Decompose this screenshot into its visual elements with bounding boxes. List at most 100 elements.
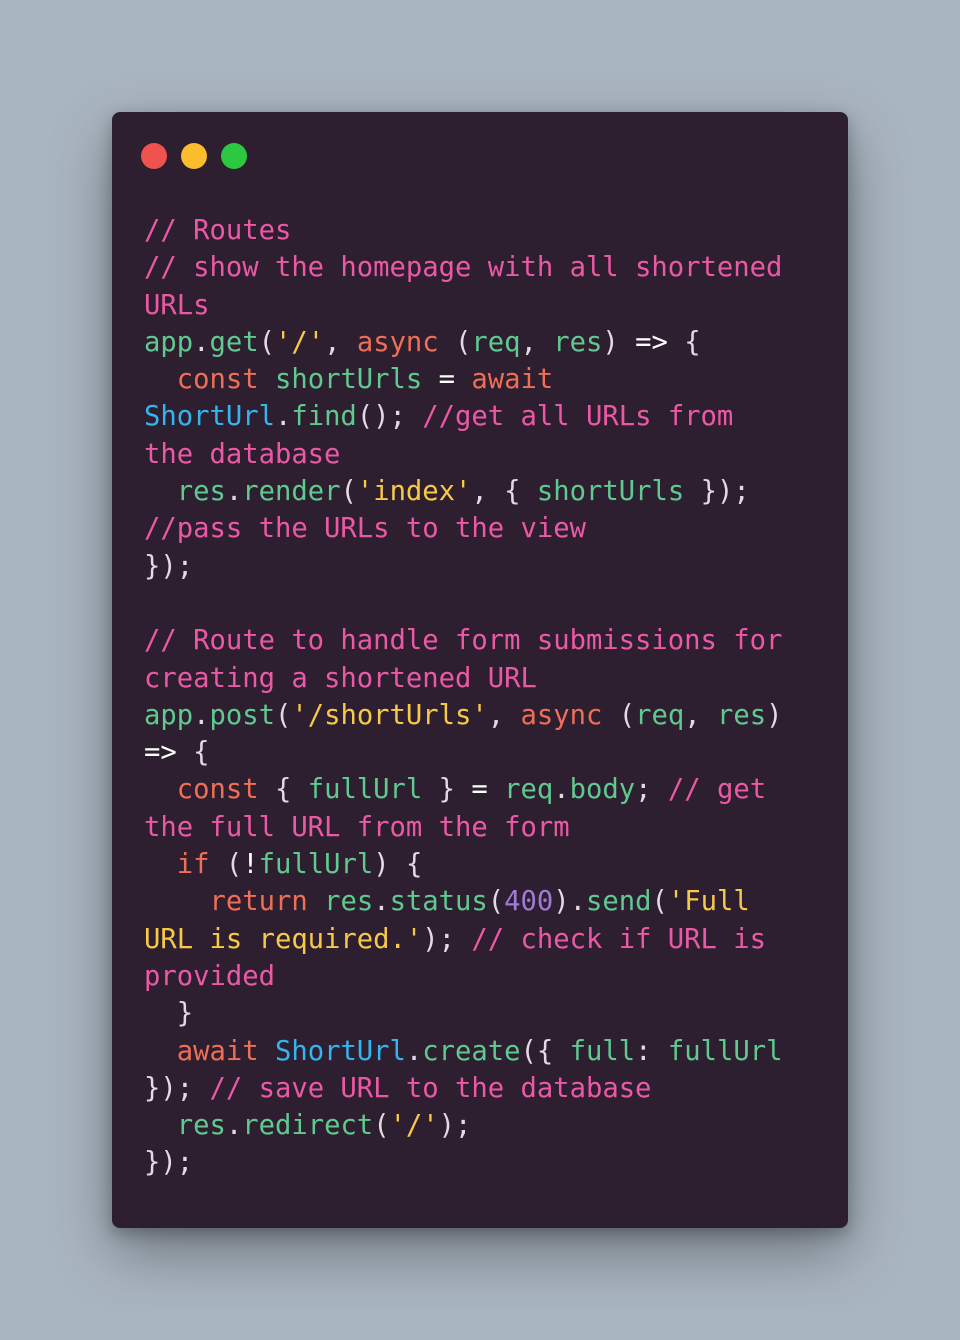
code-window: // Routes // show the homepage with all s…: [112, 112, 848, 1228]
code-token-fn: get: [209, 326, 259, 358]
code-token-op: =: [438, 364, 456, 396]
code-token-punct: .: [193, 699, 210, 731]
code-token-fn: res: [553, 326, 603, 358]
code-token-op: !: [242, 849, 259, 881]
code-token-keyword: await: [471, 364, 554, 396]
code-line: await ShortUrl.create({ full: fullUrl: [144, 1033, 783, 1070]
minimize-dot-icon[interactable]: [181, 143, 207, 169]
code-token-fn: send: [586, 886, 652, 918]
code-line: const shortUrls = await: [144, 361, 782, 398]
code-line: ShortUrl.find(); //get all URLs from: [144, 398, 782, 435]
code-token-punct: (: [258, 326, 275, 358]
code-line: app.get('/', async (req, res) => {: [144, 324, 782, 361]
code-token-fn: res: [324, 886, 374, 918]
code-token-punct: [144, 774, 177, 805]
code-token-string: URL is required.': [144, 923, 423, 955]
code-token-comment: // show the homepage with all shortened: [144, 252, 783, 284]
code-token-punct: }: [422, 774, 472, 806]
code-token-punct: );: [438, 1110, 472, 1142]
code-token-op: =>: [635, 326, 668, 358]
code-line: creating a shortened URL: [144, 660, 782, 697]
code-token-keyword: if: [176, 849, 210, 881]
code-token-punct: .: [193, 326, 210, 358]
code-token-keyword: return: [209, 886, 308, 918]
code-token-punct: [259, 1036, 275, 1067]
code-token-fn: shortUrls: [274, 364, 423, 396]
code-token-comment: the database: [144, 438, 341, 470]
code-token-punct: ,: [684, 699, 717, 731]
code-token-keyword: const: [176, 774, 259, 806]
code-token-keyword: const: [176, 364, 259, 396]
code-line: });: [144, 548, 782, 585]
code-token-punct: .: [225, 476, 243, 508]
code-line: // Route to handle form submissions for: [144, 622, 782, 659]
code-token-punct: [144, 886, 209, 917]
code-token-punct: .: [553, 774, 570, 806]
code-token-punct: });: [684, 476, 750, 508]
code-token-punct: });: [144, 1072, 210, 1104]
window-controls: [141, 143, 247, 169]
code-token-punct: , {: [471, 476, 537, 508]
code-token-punct: [488, 774, 504, 805]
code-line: const { fullUrl } = req.body; // get: [144, 771, 782, 808]
code-token-fn: fullUrl: [307, 774, 423, 806]
code-token-keyword: await: [176, 1035, 259, 1067]
code-token-punct: ,: [324, 326, 357, 358]
code-token-punct: ;: [635, 774, 668, 806]
code-token-punct: [144, 849, 177, 880]
code-token-fn: app: [144, 326, 194, 358]
code-token-fn: create: [422, 1035, 521, 1067]
code-token-comment: // Routes: [144, 215, 292, 246]
code-token-keyword: async: [356, 326, 439, 358]
code-token-punct: );: [422, 923, 472, 955]
code-token-fn: redirect: [242, 1110, 374, 1142]
code-line: return res.status(400).send('Full: [144, 883, 782, 920]
code-token-keyword: async: [520, 699, 603, 731]
code-token-punct: });: [144, 550, 194, 582]
code-token-punct: (: [651, 886, 668, 918]
code-token-class: ShortUrl: [144, 401, 275, 433]
code-token-fn: res: [176, 1110, 226, 1142]
code-token-punct: [144, 476, 177, 507]
code-token-punct: }: [144, 998, 194, 1030]
code-token-punct: [144, 1110, 177, 1141]
code-token-fn: res: [716, 699, 767, 731]
code-token-op: =>: [144, 737, 177, 769]
close-dot-icon[interactable]: [141, 143, 167, 169]
code-token-punct: .: [405, 1035, 423, 1067]
code-token-fn: fullUrl: [667, 1035, 783, 1067]
code-line: provided: [144, 958, 782, 995]
code-token-punct: (: [438, 326, 472, 358]
code-token-punct: (: [274, 699, 292, 731]
code-line: //pass the URLs to the view: [144, 510, 782, 547]
code-token-punct: ({: [520, 1035, 570, 1067]
code-token-punct: });: [144, 1147, 194, 1179]
code-token-fn: render: [242, 476, 341, 508]
code-token-punct: (: [340, 476, 357, 508]
code-token-punct: {: [176, 737, 210, 769]
code-line: URLs: [144, 287, 782, 324]
code-line: }); // save URL to the database: [144, 1070, 782, 1107]
code-token-punct: {: [667, 326, 701, 358]
code-token-punct: (: [373, 1110, 390, 1142]
code-token-fn: full: [569, 1035, 636, 1067]
code-token-punct: ) {: [373, 849, 423, 881]
code-token-punct: [308, 886, 324, 917]
code-line: the database: [144, 436, 782, 473]
code-line: res.render('index', { shortUrls });: [144, 473, 782, 510]
code-token-comment: the full URL from the form: [144, 811, 570, 843]
code-token-string: '/shortUrls': [291, 699, 488, 731]
code-token-number: 400: [504, 886, 554, 918]
code-token-punct: .: [274, 401, 292, 433]
code-token-punct: .: [225, 1110, 243, 1142]
maximize-dot-icon[interactable]: [221, 143, 247, 169]
code-token-punct: ): [766, 699, 783, 731]
code-token-class: ShortUrl: [274, 1035, 406, 1067]
code-token-fn: shortUrls: [536, 476, 685, 508]
code-token-comment: //pass the URLs to the view: [144, 513, 586, 545]
code-token-comment: provided: [144, 960, 275, 992]
code-token-fn: res: [176, 476, 226, 508]
code-line: => {: [144, 734, 782, 771]
code-token-punct: ,: [487, 699, 521, 731]
